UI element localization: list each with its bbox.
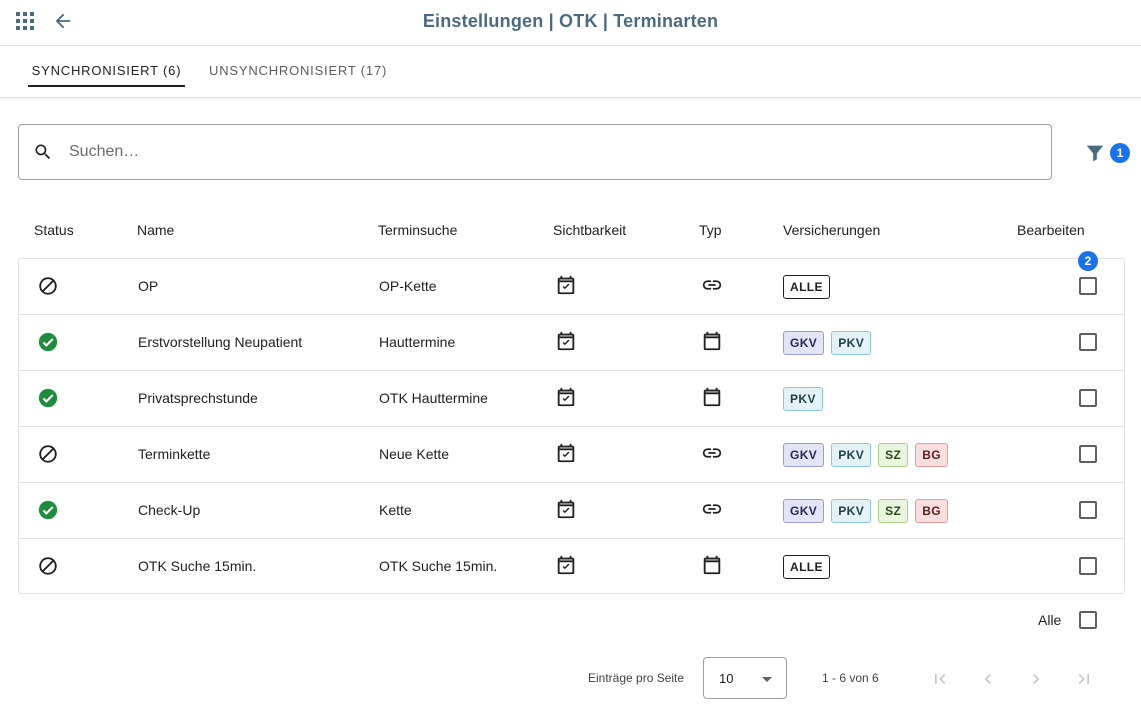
first-page-icon[interactable] bbox=[930, 669, 950, 689]
insurance-chip-pkv: PKV bbox=[783, 387, 823, 411]
filter-icon bbox=[1086, 145, 1104, 162]
table-row[interactable]: Terminkette Neue Kette GKV PKV SZ BG bbox=[19, 427, 1124, 483]
insurance-chip-pkv: PKV bbox=[831, 443, 872, 467]
edit-checkbox[interactable] bbox=[1079, 277, 1097, 295]
status-active-icon bbox=[38, 388, 58, 408]
link-icon bbox=[702, 448, 722, 458]
row-terminsuche: OTK Hauttermine bbox=[379, 390, 488, 406]
row-name: Privatsprechstunde bbox=[138, 390, 258, 406]
pagination-range: 1 - 6 von 6 bbox=[822, 671, 879, 685]
select-all-checkbox[interactable] bbox=[1079, 611, 1097, 629]
insurance-chip-pkv: PKV bbox=[831, 499, 872, 523]
edit-checkbox[interactable] bbox=[1079, 557, 1097, 575]
insurance-chips: GKV PKV bbox=[783, 331, 872, 355]
edit-checkbox[interactable] bbox=[1079, 501, 1097, 519]
table-row[interactable]: Privatsprechstunde OTK Hauttermine PKV bbox=[19, 371, 1124, 427]
select-all-label: Alle bbox=[1038, 612, 1062, 628]
insurance-chip-gkv: GKV bbox=[783, 499, 825, 523]
status-active-icon bbox=[38, 332, 58, 352]
page-title: Einstellungen | OTK | Terminarten bbox=[422, 11, 719, 31]
link-icon bbox=[702, 504, 722, 514]
calendar-check-icon[interactable] bbox=[555, 386, 577, 408]
filter-button[interactable]: 1 bbox=[1084, 140, 1130, 168]
status-inactive-icon bbox=[39, 445, 57, 463]
calendar-check-icon[interactable] bbox=[555, 554, 577, 576]
calendar-icon bbox=[703, 387, 721, 407]
next-page-icon[interactable] bbox=[1026, 669, 1046, 689]
last-page-icon[interactable] bbox=[1074, 669, 1094, 689]
calendar-check-icon[interactable] bbox=[555, 330, 577, 352]
calendar-check-icon[interactable] bbox=[555, 274, 577, 296]
calendar-icon bbox=[703, 555, 721, 575]
row-terminsuche: OP-Kette bbox=[379, 278, 437, 294]
tab-bar: SYNCHRONISIERT (6) UNSYNCHRONISIERT (17) bbox=[0, 47, 1141, 98]
edit-checkbox[interactable] bbox=[1079, 333, 1097, 351]
column-header-name: Name bbox=[137, 222, 175, 238]
insurance-chip-gkv: GKV bbox=[783, 331, 825, 355]
row-name: OP bbox=[138, 278, 159, 294]
row-terminsuche: Neue Kette bbox=[379, 446, 450, 462]
insurance-chip-sz: SZ bbox=[878, 443, 909, 467]
column-header-type: Typ bbox=[699, 222, 722, 238]
row-terminsuche: Kette bbox=[379, 502, 412, 518]
link-icon bbox=[702, 280, 722, 290]
tab-unsynchronized[interactable]: UNSYNCHRONISIERT (17) bbox=[209, 47, 394, 87]
edit-checkbox[interactable] bbox=[1079, 389, 1097, 407]
row-name: Erstvorstellung Neupatient bbox=[138, 334, 303, 350]
filter-count-badge: 1 bbox=[1110, 143, 1130, 163]
calendar-check-icon[interactable] bbox=[555, 442, 577, 464]
table-row[interactable]: Erstvorstellung Neupatient Hauttermine GKV… bbox=[19, 315, 1124, 371]
insurance-chip-pkv: PKV bbox=[831, 331, 872, 355]
items-per-page-value: 10 bbox=[719, 671, 734, 686]
edit-checkbox[interactable] bbox=[1079, 445, 1097, 463]
insurance-chips: PKV bbox=[783, 387, 823, 411]
search-icon bbox=[35, 144, 51, 160]
edit-count-badge: 2 bbox=[1078, 251, 1098, 271]
table-row[interactable]: OTK Suche 15min. OTK Suche 15min. ALLE bbox=[19, 539, 1124, 595]
insurance-chip-sz: SZ bbox=[878, 499, 909, 523]
search-input[interactable] bbox=[69, 137, 969, 167]
table-row[interactable]: OP OP-Kette ALLE 2 bbox=[19, 251, 1124, 315]
insurance-chip-gkv: GKV bbox=[783, 443, 825, 467]
insurance-chips: ALLE bbox=[783, 555, 830, 579]
insurance-chip-alle: ALLE bbox=[783, 555, 830, 579]
insurance-chips: GKV PKV SZ BG bbox=[783, 499, 949, 523]
row-name: Check-Up bbox=[138, 502, 201, 518]
row-name: Terminkette bbox=[138, 446, 211, 462]
table-row[interactable]: Check-Up Kette GKV PKV SZ BG bbox=[19, 483, 1124, 539]
items-per-page-select[interactable]: 10 bbox=[703, 657, 787, 699]
status-inactive-icon bbox=[39, 557, 57, 575]
insurance-chip-bg: BG bbox=[915, 499, 949, 523]
column-header-terminsuche: Terminsuche bbox=[378, 222, 458, 238]
column-header-status: Status bbox=[34, 222, 74, 238]
column-header-insurances: Versicherungen bbox=[783, 222, 881, 238]
row-terminsuche: Hauttermine bbox=[379, 334, 456, 350]
status-inactive-icon bbox=[39, 277, 57, 295]
column-header-edit: Bearbeiten bbox=[1017, 222, 1085, 238]
insurance-chips: GKV PKV SZ BG bbox=[783, 443, 949, 467]
status-active-icon bbox=[38, 500, 58, 520]
calendar-check-icon[interactable] bbox=[555, 498, 577, 520]
calendar-icon bbox=[703, 331, 721, 351]
top-bar: Einstellungen | OTK | Terminarten bbox=[0, 0, 1141, 46]
insurance-chips: ALLE bbox=[783, 275, 830, 299]
previous-page-icon[interactable] bbox=[978, 669, 998, 689]
items-per-page-label: Einträge pro Seite bbox=[588, 671, 685, 685]
search-box bbox=[18, 124, 1052, 180]
insurance-chip-bg: BG bbox=[915, 443, 949, 467]
row-terminsuche: OTK Suche 15min. bbox=[379, 558, 498, 574]
appointment-types-table: OP OP-Kette ALLE 2 Erstvorstellung Neupatien… bbox=[18, 251, 1125, 595]
tab-synchronized[interactable]: SYNCHRONISIERT (6) bbox=[28, 47, 185, 87]
column-header-visibility: Sichtbarkeit bbox=[553, 222, 627, 238]
row-name: OTK Suche 15min. bbox=[138, 558, 257, 574]
caret-down-icon bbox=[762, 677, 772, 682]
insurance-chip-alle: ALLE bbox=[783, 275, 830, 299]
